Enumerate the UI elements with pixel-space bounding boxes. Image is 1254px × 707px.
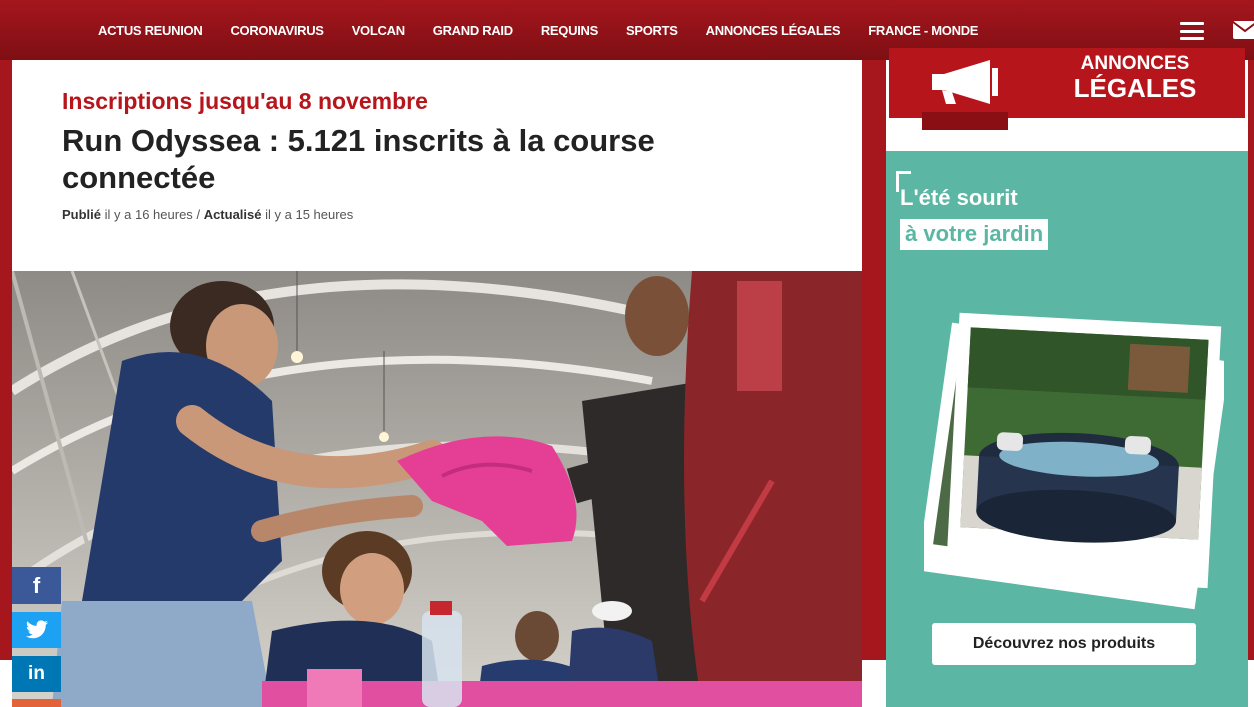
nav-item-sports[interactable]: SPORTS <box>626 23 678 38</box>
ad-product-photo[interactable] <box>924 311 1224 611</box>
updated-label: Actualisé <box>203 207 262 222</box>
envelope-icon[interactable] <box>1232 20 1254 40</box>
annonces-legales-label[interactable]: ANNONCES LÉGALES <box>1040 52 1230 103</box>
updated-time: il y a 15 heures <box>265 207 354 222</box>
nav-item-grand-raid[interactable]: GRAND RAID <box>433 23 513 38</box>
article-photo[interactable] <box>12 271 862 707</box>
nav-item-annonces-legales[interactable]: ANNONCES LÉGALES <box>706 23 841 38</box>
more-share-button[interactable] <box>12 699 61 707</box>
nav-item-coronavirus[interactable]: CORONAVIRUS <box>230 23 324 38</box>
published-time: il y a 16 heures <box>104 207 193 222</box>
left-page-border <box>0 60 12 660</box>
nav-item-volcan[interactable]: VOLCAN <box>352 23 405 38</box>
legal-label-line2: LÉGALES <box>1073 73 1197 103</box>
advertisement[interactable]: L'été sourit à votre jardin Découvrez no… <box>886 151 1248 707</box>
nav-item-france-monde[interactable]: FRANCE - MONDE <box>868 23 978 38</box>
nav-item-requins[interactable]: REQUINS <box>541 23 598 38</box>
megaphone-icon <box>932 60 998 104</box>
linkedin-icon: in <box>28 663 45 684</box>
article-title: Run Odyssea : 5.121 inscrits à la course… <box>62 123 655 195</box>
meta-separator: / <box>196 207 201 222</box>
article-meta: Publié il y a 16 heures / Actualisé il y… <box>62 207 353 222</box>
nav-menu: ACTUS REUNION CORONAVIRUS VOLCAN GRAND R… <box>84 0 992 60</box>
ad-subheadline: à votre jardin <box>900 219 1049 250</box>
right-page-border <box>1248 60 1254 660</box>
discover-products-button[interactable]: Découvrez nos produits <box>932 623 1196 665</box>
facebook-share-button[interactable]: f <box>12 567 61 604</box>
twitter-share-button[interactable] <box>12 612 61 648</box>
article-kicker: Inscriptions jusqu'au 8 novembre <box>62 88 428 114</box>
nav-item-actus-reunion[interactable]: ACTUS REUNION <box>98 23 203 38</box>
twitter-bird-icon <box>25 620 48 639</box>
facebook-icon: f <box>32 572 41 598</box>
published-label: Publié <box>62 207 102 222</box>
hamburger-menu-icon[interactable] <box>1180 22 1204 40</box>
column-divider <box>862 60 886 660</box>
linkedin-share-button[interactable]: in <box>12 656 61 692</box>
article: Inscriptions jusqu'au 8 novembre Run Ody… <box>12 60 862 707</box>
banner-tab-decoration <box>922 112 1008 130</box>
ad-headline: L'été sourit <box>900 185 1018 210</box>
